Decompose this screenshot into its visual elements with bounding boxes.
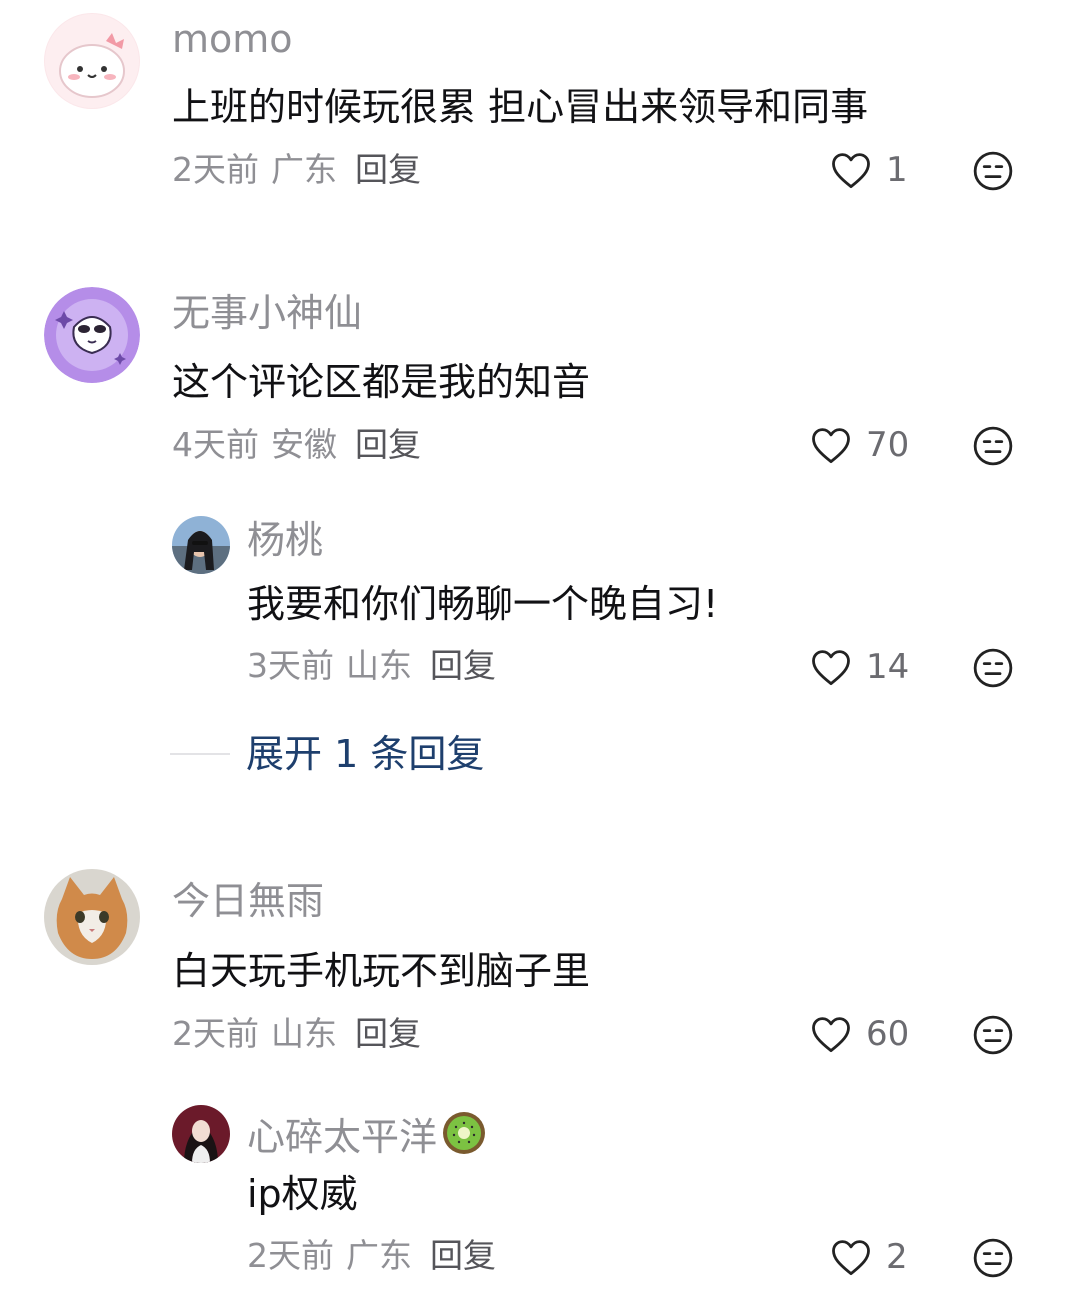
reply-button[interactable]: 回复 [430, 1236, 496, 1275]
reply-button[interactable]: 回复 [430, 646, 496, 685]
heart-outline-icon [812, 650, 850, 686]
avatar[interactable] [44, 869, 140, 965]
comment-meta: 4天前 安徽 回复 [172, 428, 421, 461]
like-count: 70 [866, 425, 910, 465]
comment-text: 白天玩手机玩不到脑子里 [172, 949, 591, 993]
comment-region: 安徽 [271, 425, 337, 464]
comment-text: ip权威 [247, 1172, 358, 1216]
heart-outline-icon [832, 153, 870, 189]
comment-meta: 3天前 山东 回复 [247, 649, 496, 682]
comment-meta: 2天前 广东 回复 [247, 1239, 496, 1272]
divider [170, 753, 230, 755]
reply-button[interactable]: 回复 [355, 1014, 421, 1053]
expand-replies-label: 展开 1 条回复 [246, 732, 485, 776]
username[interactable]: momo [172, 20, 293, 58]
heart-outline-icon [832, 1240, 870, 1276]
comment-time: 2天前 [172, 150, 259, 189]
comment-text: 上班的时候玩很累 担心冒出来领导和同事 [172, 85, 869, 129]
avatar[interactable] [172, 516, 230, 574]
username[interactable]: 无事小神仙 [172, 294, 362, 332]
comment-time: 3天前 [247, 646, 334, 685]
avatar[interactable] [44, 287, 140, 383]
heart-outline-icon [812, 428, 850, 464]
comment-meta: 2天前 广东 回复 [172, 153, 421, 186]
like-count: 1 [886, 150, 908, 190]
like-count: 60 [866, 1014, 910, 1054]
comment-text: 我要和你们畅聊一个晚自习! [247, 582, 719, 626]
comment-time: 2天前 [172, 1014, 259, 1053]
like-count: 2 [886, 1237, 908, 1277]
comment-region: 山东 [346, 646, 412, 685]
unamused-face-icon[interactable] [972, 647, 1014, 689]
unamused-face-icon[interactable] [972, 1237, 1014, 1279]
comment-meta: 2天前 山东 回复 [172, 1017, 421, 1050]
unamused-face-icon[interactable] [972, 150, 1014, 192]
reply-button[interactable]: 回复 [355, 150, 421, 189]
like-button[interactable]: 60 [810, 1012, 909, 1056]
like-count: 14 [866, 647, 910, 687]
unamused-face-icon[interactable] [972, 425, 1014, 467]
comment-time: 2天前 [247, 1236, 334, 1275]
username[interactable]: 心碎太平洋 [247, 1110, 487, 1156]
username[interactable]: 杨桃 [247, 521, 323, 559]
username-text: 心碎太平洋 [247, 1115, 438, 1159]
username[interactable]: 今日無雨 [172, 882, 324, 920]
like-button[interactable]: 70 [810, 423, 909, 467]
reply-button[interactable]: 回复 [355, 425, 421, 464]
like-button[interactable]: 1 [830, 148, 908, 192]
heart-outline-icon [812, 1017, 850, 1053]
like-button[interactable]: 2 [830, 1235, 908, 1279]
comment-region: 广东 [346, 1236, 412, 1275]
like-button[interactable]: 14 [810, 645, 909, 689]
comment-text: 这个评论区都是我的知音 [172, 360, 591, 404]
unamused-face-icon[interactable] [972, 1014, 1014, 1056]
avatar[interactable] [172, 1105, 230, 1163]
comment-time: 4天前 [172, 425, 259, 464]
comment-region: 广东 [271, 150, 337, 189]
kiwi-emoji-icon [443, 1112, 486, 1154]
avatar[interactable] [44, 13, 140, 109]
comment-region: 山东 [271, 1014, 337, 1053]
expand-replies-button[interactable]: 展开 1 条回复 [170, 735, 484, 773]
